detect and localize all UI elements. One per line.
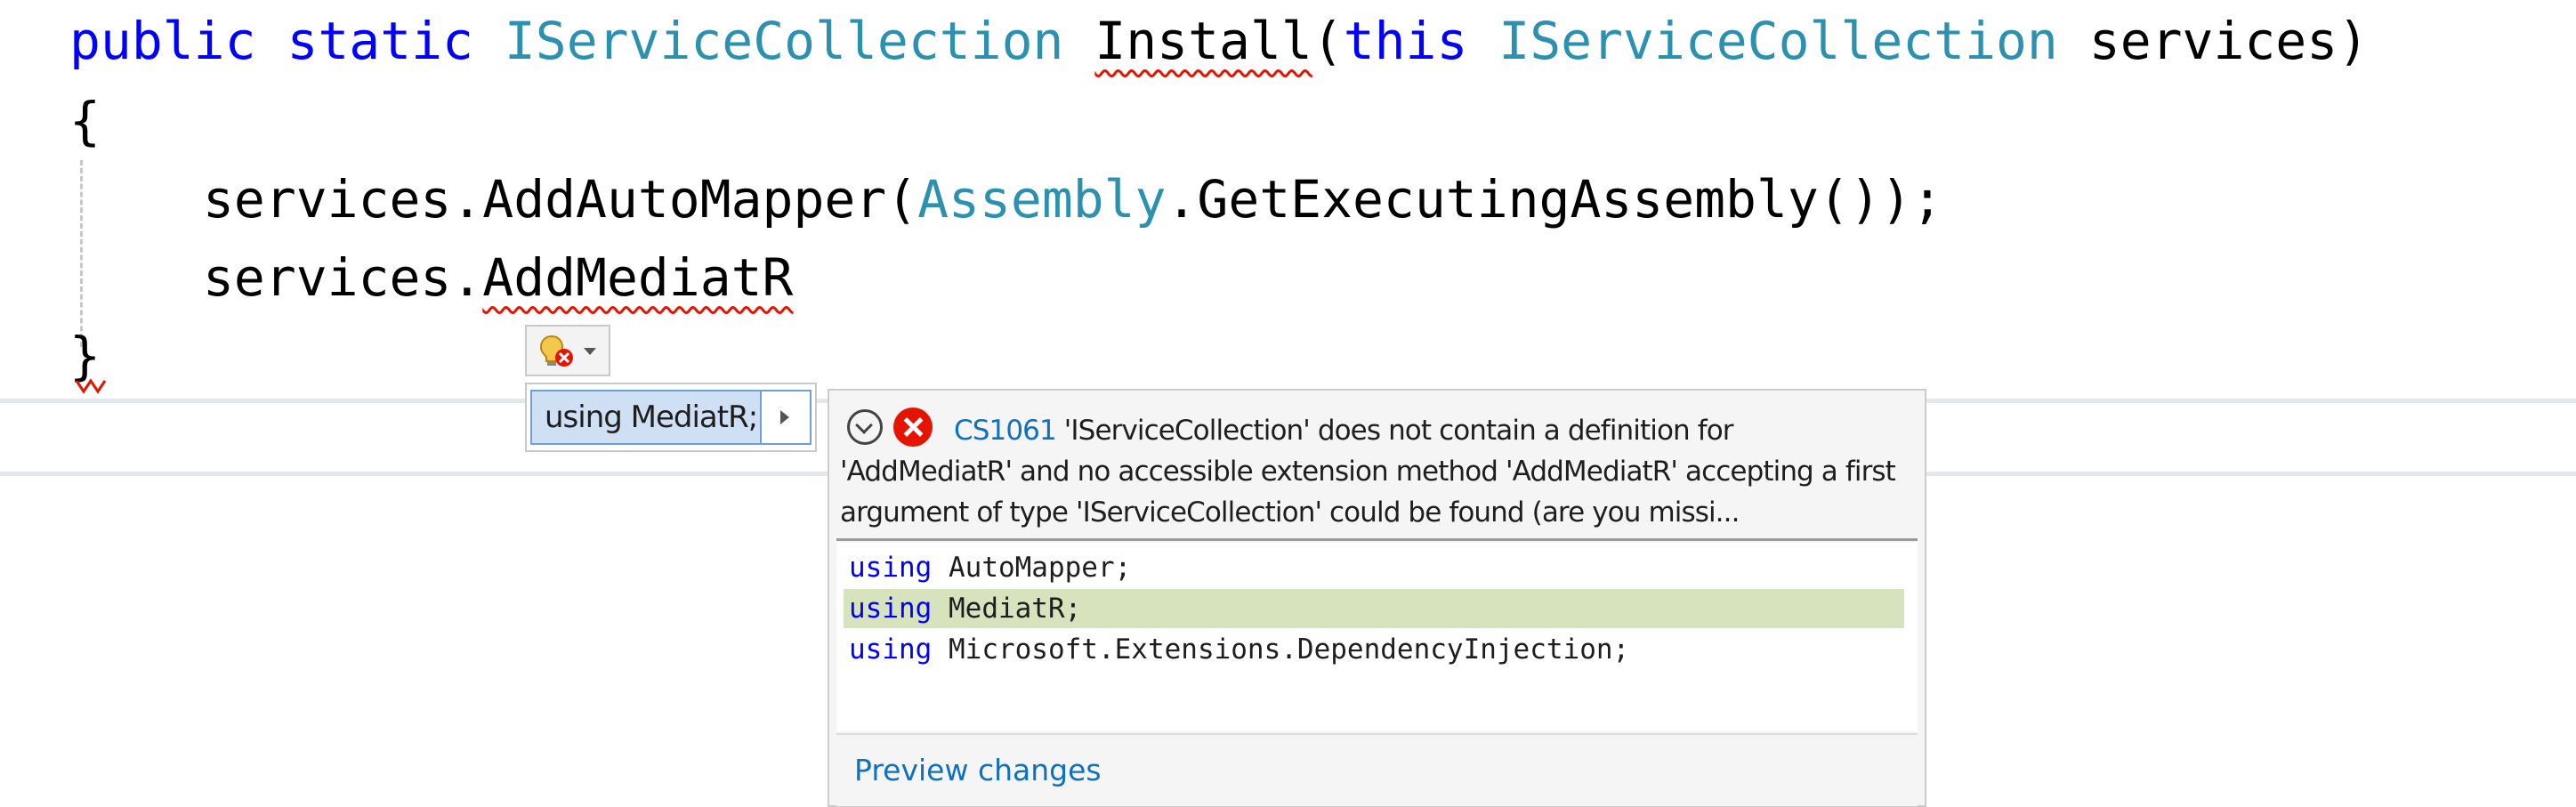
diff-namespace: AutoMapper; xyxy=(932,552,1132,584)
diff-namespace: MediatR; xyxy=(932,593,1082,625)
keyword-public: public xyxy=(69,11,256,71)
code-line-4[interactable]: services.AddMediatR xyxy=(203,238,793,317)
code-line-1[interactable]: public static IServiceCollection Install… xyxy=(69,2,2369,80)
method-name-install[interactable]: Install xyxy=(1094,11,1312,71)
diff-line-mediatr-added: using MediatR; xyxy=(844,589,1904,628)
lightbulb-error-icon xyxy=(539,335,573,367)
param-name: services) xyxy=(2088,11,2370,71)
assembly-type: Assembly xyxy=(917,169,1167,230)
diff-keyword: using xyxy=(849,593,933,625)
automapper-call-suffix: .GetExecutingAssembly()); xyxy=(1166,169,1943,230)
preview-divider xyxy=(836,538,1918,541)
services-prefix: services. xyxy=(203,247,483,308)
quick-actions-menu: using MediatR; xyxy=(525,383,817,452)
preview-footer: Preview changes xyxy=(836,733,1918,806)
keyword-static: static xyxy=(287,11,473,71)
keyword-this: this xyxy=(1343,11,1468,71)
diff-namespace: Microsoft.Extensions.DependencyInjection… xyxy=(932,633,1630,666)
automapper-call-prefix: services.AddAutoMapper( xyxy=(203,169,918,230)
paren-open: ( xyxy=(1312,11,1344,71)
diff-line-automapper: using AutoMapper; xyxy=(849,548,1131,587)
lightbulb-button[interactable] xyxy=(525,325,610,376)
diff-keyword: using xyxy=(849,633,933,666)
code-line-2[interactable]: { xyxy=(69,82,101,160)
submenu-arrow-icon[interactable] xyxy=(760,391,810,443)
code-line-3[interactable]: services.AddAutoMapper(Assembly.GetExecu… xyxy=(203,160,1942,238)
diff-preview: using AutoMapper; using MediatR; using M… xyxy=(836,543,1918,731)
diff-line-dependency-injection: using Microsoft.Extensions.DependencyInj… xyxy=(849,630,1629,669)
quick-action-label: using MediatR; xyxy=(545,399,758,435)
open-brace: { xyxy=(69,91,101,151)
diagnostic-text: CS1061 'IServiceCollection' does not con… xyxy=(840,410,1903,533)
diagnostic-code-link[interactable]: CS1061 xyxy=(954,415,1057,447)
brace-error-squiggle xyxy=(75,378,107,394)
lightbulb-dropdown-icon xyxy=(584,348,596,355)
preview-popup: CS1061 'IServiceCollection' does not con… xyxy=(828,389,1926,807)
return-type: IServiceCollection xyxy=(504,11,1064,71)
diff-keyword: using xyxy=(849,552,933,584)
member-addmediatr[interactable]: AddMediatR xyxy=(482,247,793,308)
quick-action-using-mediatr[interactable]: using MediatR; xyxy=(530,390,812,445)
preview-changes-link[interactable]: Preview changes xyxy=(854,735,1102,806)
param-type: IServiceCollection xyxy=(1498,11,2058,71)
